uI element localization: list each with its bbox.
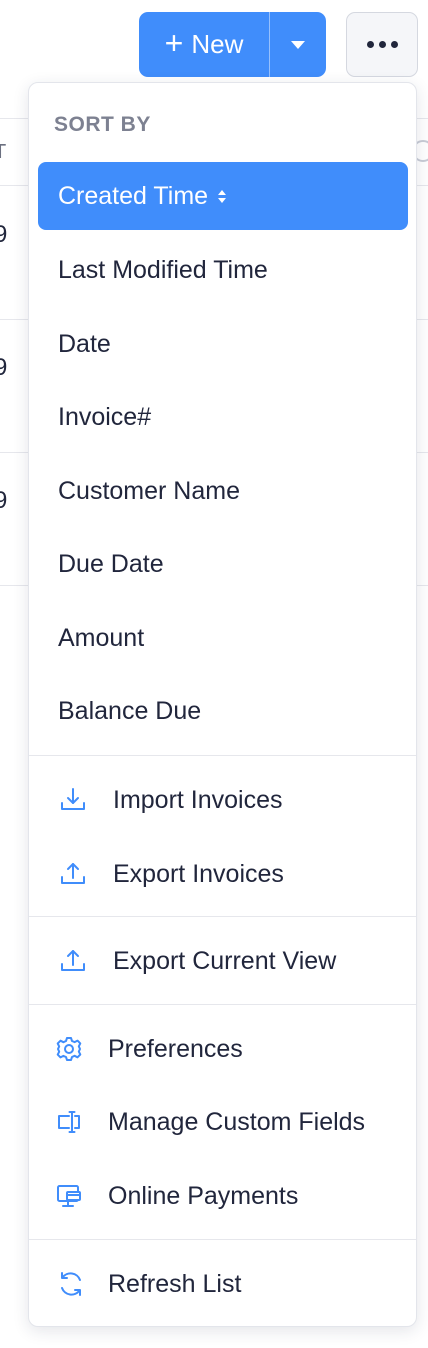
menu-item-label: Preferences [108, 1034, 243, 1063]
sort-direction-icon [218, 189, 227, 203]
menu-item-label: Import Invoices [113, 785, 283, 814]
more-options-button[interactable] [346, 12, 418, 77]
gear-icon [53, 1033, 85, 1065]
refresh-icon [55, 1268, 87, 1300]
row-value-partial: 9 [0, 354, 8, 381]
menu-item-label: Manage Custom Fields [108, 1107, 366, 1136]
refresh-list-item[interactable]: Refresh List [29, 1253, 416, 1315]
menu-item-label: Export Invoices [113, 859, 284, 888]
sort-option-due-date[interactable]: Due Date [38, 530, 408, 598]
more-horizontal-icon [366, 41, 374, 48]
sort-option-label: Customer Name [58, 476, 240, 505]
online-payment-icon [53, 1180, 85, 1212]
menu-divider [29, 1239, 416, 1240]
sort-option-label: Date [58, 329, 111, 358]
sort-option-label: Invoice# [58, 402, 152, 431]
sort-option-balance-due[interactable]: Balance Due [38, 677, 408, 745]
sort-option-customer-name[interactable]: Customer Name [38, 457, 408, 525]
menu-item-label: Refresh List [108, 1269, 242, 1298]
sort-option-label: Balance Due [58, 696, 202, 725]
menu-divider [29, 755, 416, 756]
sort-option-amount[interactable]: Amount [38, 604, 408, 672]
export-invoices-item[interactable]: Export Invoices [29, 843, 416, 905]
new-split-button: + New [139, 12, 326, 77]
new-button[interactable]: + New [139, 12, 269, 77]
caret-down-icon [291, 40, 305, 49]
column-header-partial: T [0, 141, 7, 163]
export-current-view-item[interactable]: Export Current View [29, 930, 416, 992]
sort-option-label: Due Date [58, 549, 164, 578]
more-options-menu: SORT BY Created Time Last Modified Time … [28, 82, 417, 1327]
export-icon [57, 945, 89, 977]
export-icon [57, 858, 89, 890]
menu-item-label: Export Current View [113, 946, 337, 975]
import-icon [57, 784, 89, 816]
menu-divider [29, 1004, 416, 1005]
sort-option-label: Created Time [58, 181, 209, 210]
sort-option-label: Amount [58, 623, 145, 652]
sort-option-date[interactable]: Date [38, 310, 408, 378]
row-value-partial: 9 [0, 487, 8, 514]
sort-option-label: Last Modified Time [58, 255, 268, 284]
menu-item-label: Online Payments [108, 1181, 299, 1210]
new-button-label: New [191, 29, 244, 59]
custom-field-icon [53, 1106, 85, 1138]
import-invoices-item[interactable]: Import Invoices [29, 769, 416, 831]
sort-by-heading: SORT BY [54, 113, 151, 136]
row-value-partial: 9 [0, 221, 8, 248]
sort-option-last-modified-time[interactable]: Last Modified Time [38, 236, 408, 304]
sort-option-created-time[interactable]: Created Time [38, 162, 408, 230]
new-dropdown-button[interactable] [270, 12, 326, 77]
online-payments-item[interactable]: Online Payments [29, 1165, 416, 1227]
menu-divider [29, 916, 416, 917]
manage-custom-fields-item[interactable]: Manage Custom Fields [29, 1091, 416, 1153]
preferences-item[interactable]: Preferences [29, 1018, 416, 1080]
sort-option-invoice-number[interactable]: Invoice# [38, 383, 408, 451]
plus-icon: + [164, 25, 184, 61]
